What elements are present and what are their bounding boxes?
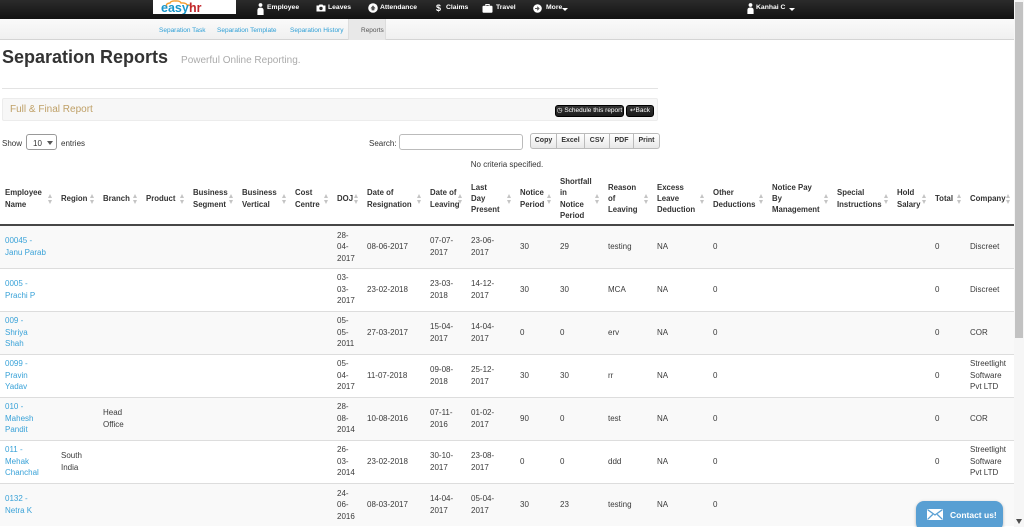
svg-text:hr: hr	[189, 1, 202, 14]
svg-text:easy: easy	[161, 1, 189, 14]
